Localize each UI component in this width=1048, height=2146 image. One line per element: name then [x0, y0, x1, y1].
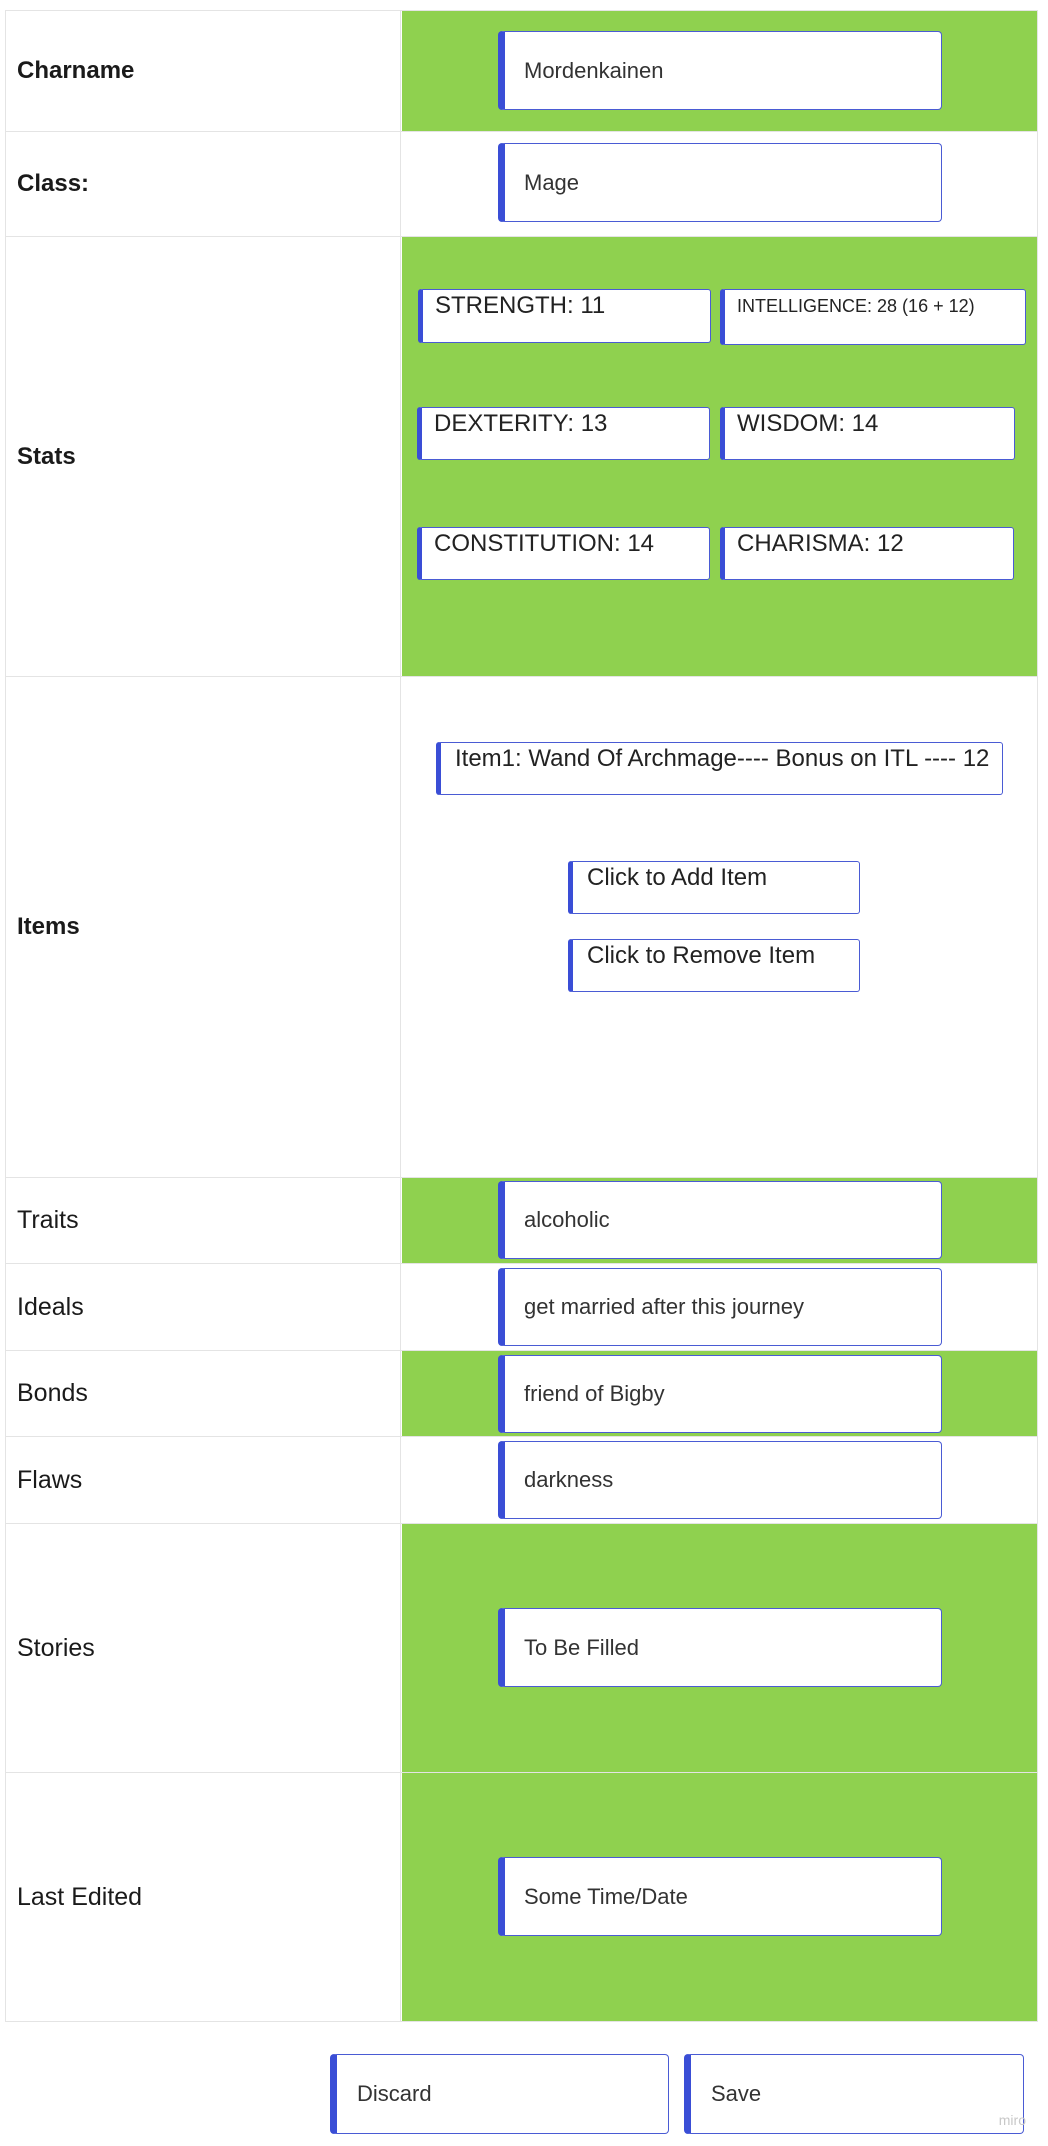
bonds-field[interactable]: friend of Bigby: [498, 1355, 942, 1433]
flaws-label: Flaws: [5, 1437, 401, 1523]
stories-value-cell: To Be Filled: [402, 1524, 1038, 1772]
items-value-cell: Item1: Wand Of Archmage---- Bonus on ITL…: [402, 677, 1038, 1177]
stories-field[interactable]: To Be Filled: [498, 1608, 942, 1687]
flaws-value-cell: darkness: [402, 1437, 1038, 1523]
stats-row: Stats STRENGTH: 11 INTELLIGENCE: 28 (16 …: [5, 237, 1038, 677]
last-edited-label: Last Edited: [5, 1773, 401, 2021]
miro-watermark: miro: [998, 2112, 1026, 2128]
ideals-row: Ideals get married after this journey: [5, 1264, 1038, 1351]
class-value-cell: Mage: [402, 131, 1038, 236]
items-row: Items Item1: Wand Of Archmage---- Bonus …: [5, 677, 1038, 1178]
flaws-row: Flaws darkness: [5, 1437, 1038, 1524]
add-item-button[interactable]: Click to Add Item: [568, 861, 860, 914]
traits-value-cell: alcoholic: [402, 1178, 1038, 1263]
stories-label: Stories: [5, 1524, 401, 1772]
class-row: Class: Mage: [5, 131, 1038, 237]
dexterity-stat-field[interactable]: DEXTERITY: 13: [417, 407, 710, 460]
bonds-value-cell: friend of Bigby: [402, 1351, 1038, 1436]
save-button[interactable]: Save: [684, 2054, 1024, 2134]
wisdom-stat-field[interactable]: WISDOM: 14: [720, 407, 1015, 460]
stats-value-cell: STRENGTH: 11 INTELLIGENCE: 28 (16 + 12) …: [402, 237, 1038, 676]
item-field[interactable]: Item1: Wand Of Archmage---- Bonus on ITL…: [436, 742, 1003, 795]
bonds-label: Bonds: [5, 1351, 401, 1436]
ideals-value-cell: get married after this journey: [402, 1264, 1038, 1350]
ideals-label: Ideals: [5, 1264, 401, 1350]
last-edited-field[interactable]: Some Time/Date: [498, 1857, 942, 1936]
charname-label: Charname: [5, 11, 401, 131]
charname-field[interactable]: Mordenkainen: [498, 31, 942, 110]
remove-item-button[interactable]: Click to Remove Item: [568, 939, 860, 992]
strength-stat-field[interactable]: STRENGTH: 11: [418, 289, 711, 343]
traits-field[interactable]: alcoholic: [498, 1181, 942, 1259]
charname-row: Charname Mordenkainen: [5, 10, 1038, 132]
constitution-stat-field[interactable]: CONSTITUTION: 14: [417, 527, 710, 580]
charisma-stat-field[interactable]: CHARISMA: 12: [720, 527, 1014, 580]
intelligence-stat-field[interactable]: INTELLIGENCE: 28 (16 + 12): [720, 289, 1026, 345]
stories-row: Stories To Be Filled: [5, 1524, 1038, 1773]
class-label: Class:: [5, 131, 401, 236]
traits-label: Traits: [5, 1178, 401, 1263]
bonds-row: Bonds friend of Bigby: [5, 1351, 1038, 1437]
stats-label: Stats: [5, 237, 401, 676]
flaws-field[interactable]: darkness: [498, 1441, 942, 1519]
items-label: Items: [5, 677, 401, 1177]
last-edited-row: Last Edited Some Time/Date: [5, 1773, 1038, 2022]
ideals-field[interactable]: get married after this journey: [498, 1268, 942, 1346]
discard-button[interactable]: Discard: [330, 2054, 669, 2134]
class-field[interactable]: Mage: [498, 143, 942, 222]
traits-row: Traits alcoholic: [5, 1178, 1038, 1264]
last-edited-value-cell: Some Time/Date: [402, 1773, 1038, 2021]
charname-value-cell: Mordenkainen: [402, 11, 1038, 131]
